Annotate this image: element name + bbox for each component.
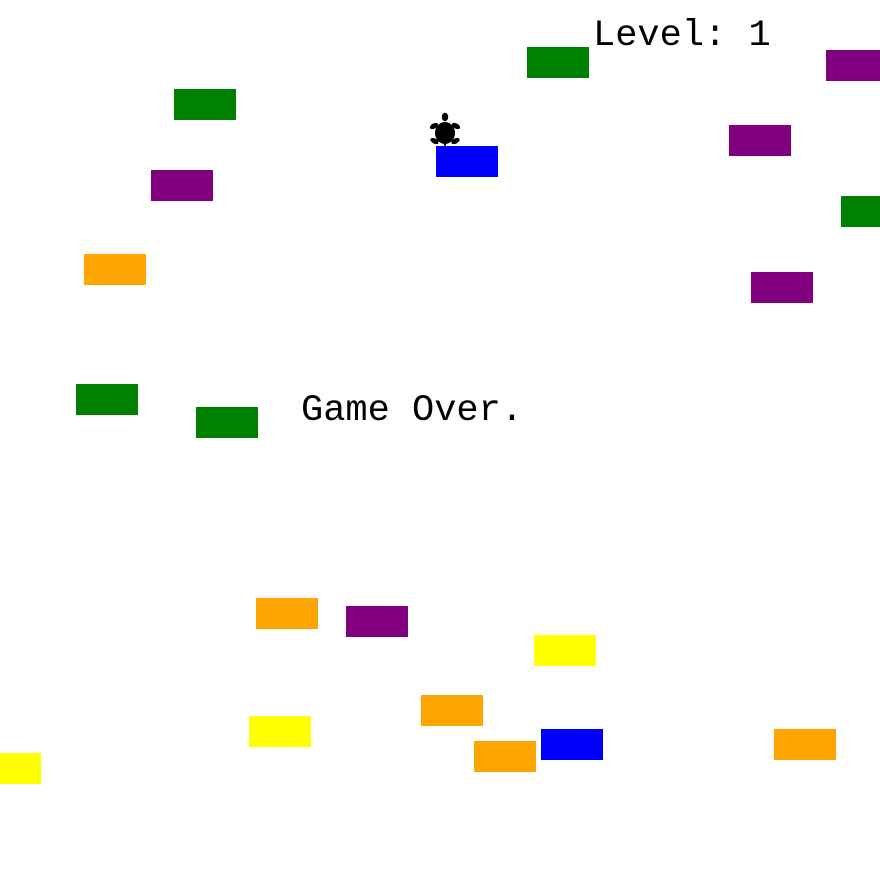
- level-value: 1: [748, 15, 771, 57]
- car: [84, 254, 146, 285]
- car: [751, 272, 813, 303]
- car: [474, 741, 536, 772]
- game-canvas[interactable]: Level: 1 Game Over.: [0, 0, 880, 874]
- car: [249, 716, 311, 747]
- car: [174, 89, 236, 120]
- car: [151, 170, 213, 201]
- car: [541, 729, 603, 760]
- car: [0, 753, 41, 784]
- turtle-icon: [429, 112, 461, 148]
- car: [841, 196, 880, 227]
- car: [774, 729, 836, 760]
- level-readout: Level: 1: [593, 18, 771, 55]
- car: [256, 598, 318, 629]
- car: [76, 384, 138, 415]
- car: [826, 50, 880, 81]
- car: [534, 635, 596, 666]
- game-over-message: Game Over.: [301, 390, 524, 432]
- car: [527, 47, 589, 78]
- level-label: Level:: [593, 15, 727, 57]
- car: [729, 125, 791, 156]
- car: [196, 407, 258, 438]
- car: [421, 695, 483, 726]
- car: [346, 606, 408, 637]
